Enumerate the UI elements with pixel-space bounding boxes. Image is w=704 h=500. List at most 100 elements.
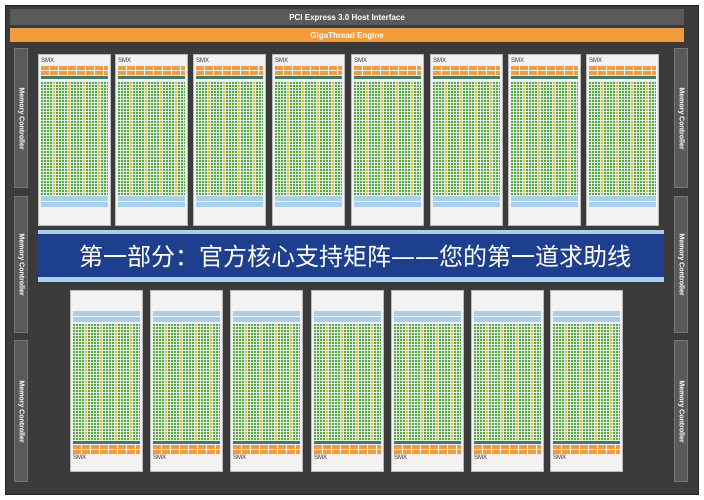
smx-unit: SMX <box>70 290 143 472</box>
smx-cache-row <box>589 202 656 207</box>
smx-label: SMX <box>41 58 55 64</box>
smx-control-row <box>233 445 300 449</box>
smx-cache-row <box>118 196 185 201</box>
smx-cache-row <box>233 311 300 316</box>
smx-core-grid <box>196 81 263 195</box>
memory-controller-label: Memory Controller <box>677 379 685 443</box>
smx-cache-row <box>511 196 578 201</box>
smx-control-row <box>553 445 620 449</box>
smx-register-row <box>41 76 108 79</box>
pci-express-host-interface: PCI Express 3.0 Host Interface <box>10 9 684 25</box>
smx-label: SMX <box>314 455 328 461</box>
smx-control-row <box>511 66 578 70</box>
smx-cache-row <box>474 311 541 316</box>
smx-cache-row <box>41 202 108 207</box>
smx-control-row <box>354 71 421 75</box>
smx-core-grid <box>354 81 421 195</box>
smx-label: SMX <box>474 455 488 461</box>
smx-label: SMX <box>275 58 289 64</box>
smx-register-row <box>511 76 578 79</box>
smx-register-row <box>589 76 656 79</box>
smx-core-grid <box>553 324 620 440</box>
smx-label: SMX <box>73 455 87 461</box>
smx-cache-row <box>354 202 421 207</box>
memory-controller-right-2: Memory Controller <box>674 196 688 333</box>
smx-core-grid <box>433 81 500 195</box>
smx-label: SMX <box>433 58 447 64</box>
smx-control-row <box>589 71 656 75</box>
smx-core-grid <box>233 324 300 440</box>
smx-control-row <box>41 71 108 75</box>
smx-cache-row <box>196 202 263 207</box>
smx-label: SMX <box>233 455 247 461</box>
smx-control-row <box>41 66 108 70</box>
memory-controller-left-1: Memory Controller <box>14 48 28 188</box>
smx-cache-row <box>233 317 300 322</box>
smx-label: SMX <box>553 455 567 461</box>
smx-cache-row <box>511 202 578 207</box>
smx-core-grid <box>314 324 381 440</box>
smx-label: SMX <box>511 58 525 64</box>
smx-register-row <box>553 441 620 444</box>
smx-unit: SMX <box>311 290 384 472</box>
smx-cache-row <box>153 317 220 322</box>
smx-unit: SMX <box>430 54 503 226</box>
smx-core-grid <box>474 324 541 440</box>
smx-core-grid <box>118 81 185 195</box>
smx-register-row <box>153 441 220 444</box>
smx-cache-row <box>314 317 381 322</box>
gigathread-engine: GigaThread Engine <box>10 28 684 42</box>
smx-register-row <box>354 76 421 79</box>
smx-unit: SMX <box>272 54 345 226</box>
smx-cache-row <box>73 311 140 316</box>
memory-controller-right-1: Memory Controller <box>674 48 688 188</box>
smx-cache-row <box>433 202 500 207</box>
memory-controller-label: Memory Controller <box>677 86 685 150</box>
smx-cache-row <box>394 317 461 322</box>
smx-control-row <box>275 66 342 70</box>
smx-cache-row <box>314 311 381 316</box>
smx-register-row <box>275 76 342 79</box>
smx-cache-row <box>433 196 500 201</box>
smx-unit: SMX <box>391 290 464 472</box>
smx-label: SMX <box>589 58 603 64</box>
smx-register-row <box>433 76 500 79</box>
smx-unit: SMX <box>471 290 544 472</box>
smx-label: SMX <box>118 58 132 64</box>
smx-unit: SMX <box>115 54 188 226</box>
smx-register-row <box>73 441 140 444</box>
smx-unit: SMX <box>150 290 223 472</box>
smx-cache-row <box>41 196 108 201</box>
smx-control-row <box>196 71 263 75</box>
smx-label: SMX <box>354 58 368 64</box>
smx-label: SMX <box>394 455 408 461</box>
smx-register-row <box>196 76 263 79</box>
smx-label: SMX <box>196 58 210 64</box>
memory-controller-label: Memory Controller <box>17 379 25 443</box>
smx-register-row <box>233 441 300 444</box>
smx-unit: SMX <box>230 290 303 472</box>
smx-unit: SMX <box>508 54 581 226</box>
smx-core-grid <box>275 81 342 195</box>
smx-cache-row <box>275 196 342 201</box>
smx-cache-row <box>354 196 421 201</box>
memory-controller-label: Memory Controller <box>677 233 685 296</box>
smx-control-row <box>314 445 381 449</box>
smx-unit: SMX <box>550 290 623 472</box>
smx-register-row <box>314 441 381 444</box>
smx-cache-row <box>118 202 185 207</box>
smx-register-row <box>474 441 541 444</box>
smx-unit: SMX <box>586 54 659 226</box>
smx-control-row <box>433 66 500 70</box>
smx-core-grid <box>589 81 656 195</box>
smx-control-row <box>73 445 140 449</box>
smx-control-row <box>196 66 263 70</box>
smx-control-row <box>394 445 461 449</box>
smx-control-row <box>275 71 342 75</box>
smx-control-row <box>589 66 656 70</box>
smx-control-row <box>433 71 500 75</box>
smx-core-grid <box>73 324 140 440</box>
smx-cache-row <box>474 317 541 322</box>
smx-core-grid <box>511 81 578 195</box>
smx-unit: SMX <box>351 54 424 226</box>
